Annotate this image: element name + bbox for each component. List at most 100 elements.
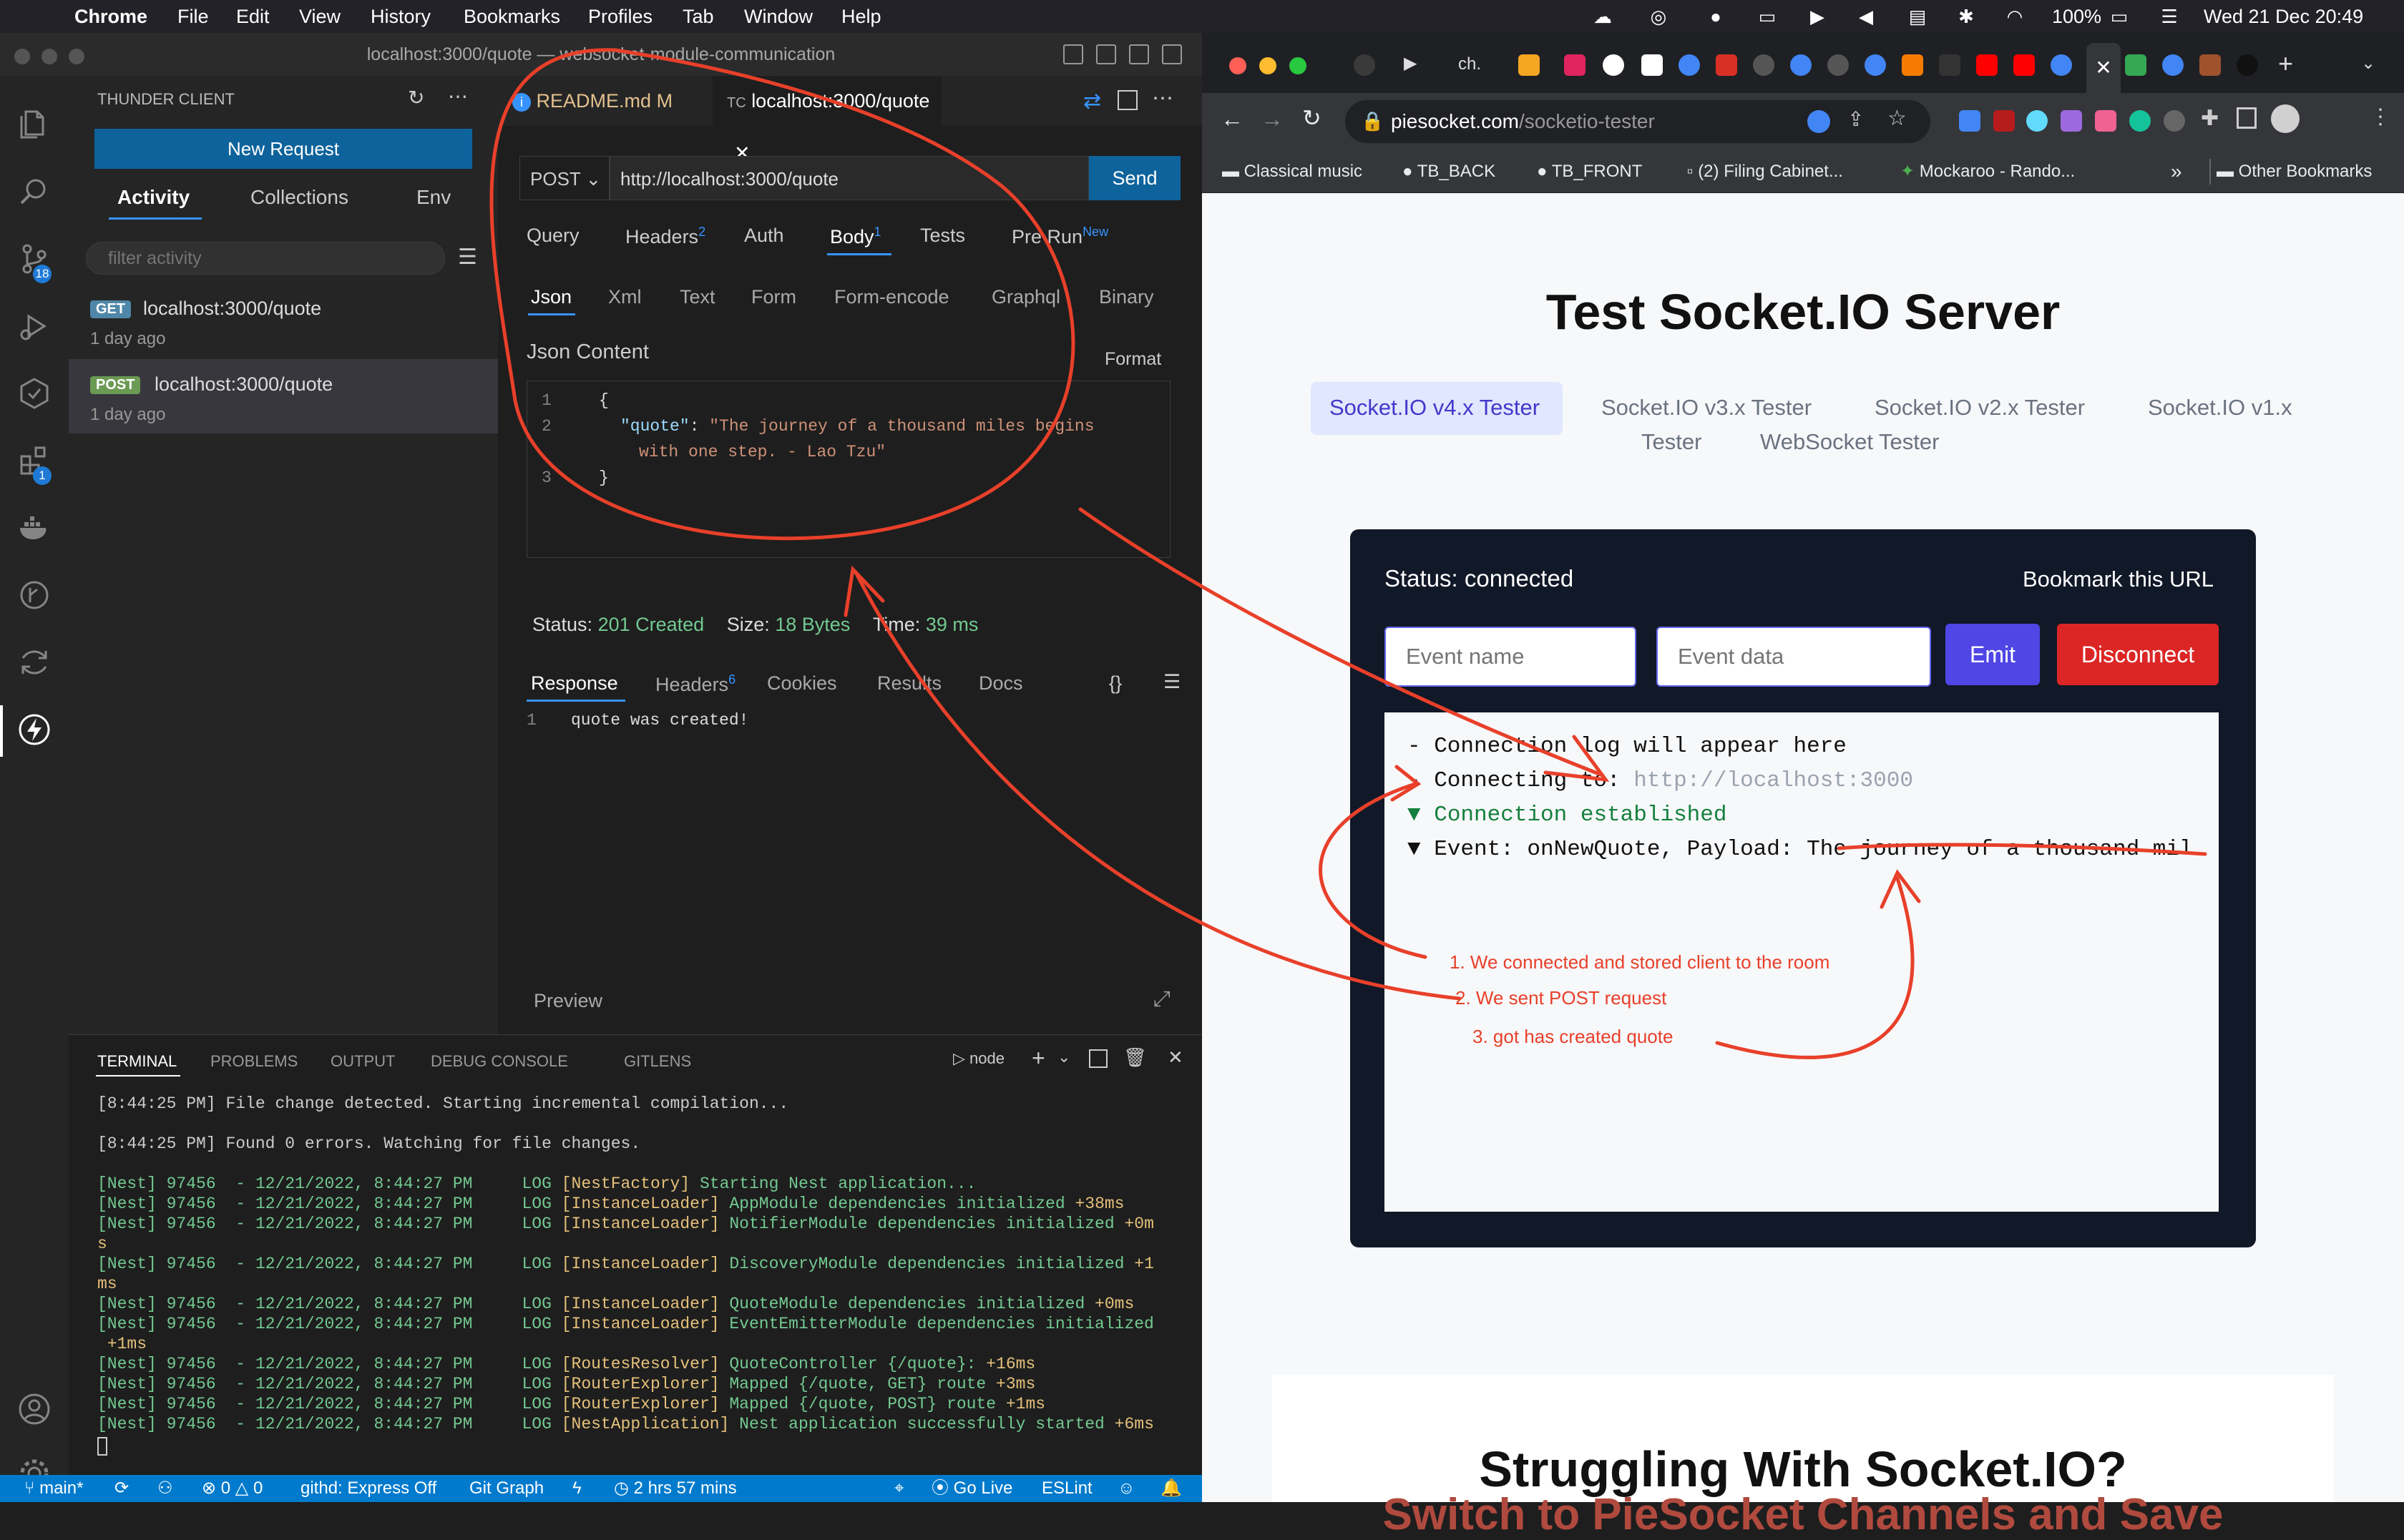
broadcast-icon[interactable]: ⌖ bbox=[894, 1475, 904, 1502]
tab-results[interactable]: Results bbox=[877, 672, 942, 695]
tab-search-icon[interactable]: ⌄ bbox=[2361, 53, 2375, 74]
tab-prerun[interactable]: Pre RunNew bbox=[1012, 225, 1108, 248]
grammarly-ext-icon[interactable] bbox=[2129, 110, 2151, 132]
tab-collections[interactable]: Collections bbox=[250, 186, 348, 209]
tab-cookies[interactable]: Cookies bbox=[767, 672, 837, 695]
tab-favicon-6[interactable] bbox=[1753, 54, 1774, 76]
wakatime-status[interactable]: ◷ 2 hrs 57 mins bbox=[614, 1475, 737, 1502]
tab-auth[interactable]: Auth bbox=[744, 225, 784, 247]
profile-avatar[interactable] bbox=[2271, 104, 2300, 133]
menubar-clock[interactable]: Wed 21 Dec 20:49 bbox=[2204, 4, 2363, 29]
close-panel-icon[interactable]: ✕ bbox=[1168, 1046, 1183, 1069]
tab-favicon-10[interactable] bbox=[2199, 54, 2221, 76]
tab-favicon-k[interactable] bbox=[1641, 54, 1663, 76]
github-icon[interactable] bbox=[1603, 54, 1624, 76]
preview-label[interactable]: Preview bbox=[534, 990, 602, 1012]
google-icon[interactable] bbox=[2162, 54, 2184, 76]
accounts-icon[interactable] bbox=[17, 1392, 52, 1426]
tab-tests[interactable]: Tests bbox=[920, 225, 965, 247]
bookmark-filing-cabinet[interactable]: ▫ (2) Filing Cabinet... bbox=[1687, 150, 1843, 193]
body-type-xml[interactable]: Xml bbox=[608, 286, 642, 308]
explorer-icon[interactable] bbox=[17, 107, 52, 142]
tab-activity[interactable]: Activity bbox=[117, 186, 190, 209]
filter-activity-input[interactable] bbox=[86, 242, 445, 275]
tab-favicon-text[interactable]: ch. bbox=[1458, 54, 1481, 74]
share-icon[interactable]: ⇪ bbox=[1847, 107, 1864, 131]
tab-readme[interactable]: i README.md M bbox=[498, 76, 713, 126]
problems-indicator[interactable]: ⊗ 0 △ 0 bbox=[202, 1475, 263, 1502]
tester-v4[interactable]: Socket.IO v4.x Tester bbox=[1329, 395, 1540, 421]
google-icon[interactable] bbox=[1865, 54, 1886, 76]
toggle-sidebar-icon[interactable] bbox=[1063, 44, 1083, 64]
send-button[interactable]: Send bbox=[1089, 156, 1181, 200]
wifi-icon[interactable]: ◠ bbox=[2000, 5, 2029, 28]
side-panel-icon[interactable] bbox=[2237, 107, 2257, 129]
search-icon[interactable] bbox=[17, 175, 52, 209]
tester-v3[interactable]: Socket.IO v3.x Tester bbox=[1601, 395, 1812, 421]
remote-explorer-icon[interactable] bbox=[17, 645, 52, 680]
history-item-get[interactable]: GET localhost:3000/quote 1 day ago bbox=[69, 288, 498, 356]
tester-v1[interactable]: Socket.IO v1.x bbox=[2148, 395, 2292, 421]
liveshare-icon[interactable]: ⚇ bbox=[157, 1475, 173, 1502]
new-request-button[interactable]: New Request bbox=[94, 129, 472, 169]
address-url[interactable]: piesocket.com/socketio-tester bbox=[1391, 110, 1655, 133]
tab-env[interactable]: Env bbox=[416, 186, 451, 209]
back-icon[interactable]: ← bbox=[1221, 106, 1243, 132]
bookmark-tb-back[interactable]: ● TB_BACK bbox=[1402, 150, 1495, 193]
panel-tab-problems[interactable]: PROBLEMS bbox=[210, 1052, 298, 1071]
window-minimize-button[interactable] bbox=[41, 49, 57, 64]
chrome-menu-icon[interactable]: ⋮ bbox=[2370, 104, 2391, 129]
more-actions-icon[interactable]: ⋯ bbox=[448, 84, 468, 108]
youtube-icon[interactable] bbox=[1976, 54, 1998, 76]
chevron-down-icon[interactable]: ⌄ bbox=[1057, 1048, 1070, 1066]
tab-favicon-m[interactable] bbox=[1939, 54, 1960, 76]
menu-app-name[interactable]: Chrome bbox=[74, 4, 147, 29]
lock-icon[interactable]: 🔒 bbox=[1361, 110, 1384, 132]
menu-file[interactable]: File bbox=[177, 4, 209, 29]
githd-status[interactable]: githd: Express Off bbox=[300, 1475, 436, 1502]
body-type-binary[interactable]: Binary bbox=[1099, 286, 1154, 308]
menu-window[interactable]: Window bbox=[744, 4, 813, 29]
body-type-form-encode[interactable]: Form-encode bbox=[834, 286, 949, 308]
battery-icon[interactable]: ▭ bbox=[2101, 5, 2138, 28]
notifications-icon[interactable]: 🔔 bbox=[1161, 1475, 1182, 1502]
bookmarks-overflow[interactable]: » bbox=[2171, 150, 2182, 193]
menu-help[interactable]: Help bbox=[841, 4, 881, 29]
reload-icon[interactable]: ↻ bbox=[1302, 104, 1321, 132]
google-icon[interactable] bbox=[2051, 54, 2072, 76]
pen-ext-icon[interactable] bbox=[2061, 110, 2082, 132]
flag-icon[interactable]: ▤ bbox=[1903, 5, 1932, 28]
active-tab-close-icon[interactable]: ✕ bbox=[2086, 43, 2121, 93]
expand-icon[interactable]: ⤢ bbox=[1153, 987, 1171, 1011]
google-icon[interactable] bbox=[1790, 54, 1812, 76]
tab-favicon-5[interactable] bbox=[1716, 54, 1737, 76]
window-close-button[interactable] bbox=[14, 49, 30, 64]
tab-headers[interactable]: Headers2 bbox=[625, 225, 705, 248]
tab-favicon-7[interactable] bbox=[1827, 54, 1849, 76]
tab-favicon-11[interactable] bbox=[2237, 54, 2258, 76]
tab-favicon-3[interactable] bbox=[1518, 54, 1540, 76]
body-type-text[interactable]: Text bbox=[680, 286, 715, 308]
bookmark-mockaroo[interactable]: ✦ Mockaroo - Rando... bbox=[1900, 150, 2075, 193]
format-button[interactable]: Format bbox=[1105, 349, 1161, 370]
branch-indicator[interactable]: ⑂ main* bbox=[24, 1475, 83, 1502]
go-live-status[interactable]: ⦿ Go Live bbox=[932, 1475, 1012, 1502]
sync-icon[interactable]: ⇄ bbox=[1083, 89, 1101, 114]
window-zoom-button[interactable] bbox=[1289, 57, 1306, 74]
tester-v1-cont[interactable]: Tester bbox=[1641, 429, 1701, 455]
bookmark-tb-front[interactable]: ● TB_FRONT bbox=[1537, 150, 1642, 193]
volume-icon[interactable]: ◀ bbox=[1852, 5, 1880, 28]
toggle-secondary-sidebar-icon[interactable] bbox=[1129, 44, 1149, 64]
messenger-icon[interactable]: ● bbox=[1701, 5, 1730, 28]
google-icon[interactable] bbox=[1679, 54, 1700, 76]
forward-icon[interactable]: → bbox=[1261, 106, 1284, 132]
panel-tab-debug-console[interactable]: DEBUG CONSOLE bbox=[431, 1052, 568, 1071]
braces-button[interactable]: {} bbox=[1109, 672, 1122, 695]
extensions-puzzle-icon[interactable]: ✚ bbox=[2201, 106, 2219, 131]
new-tab-icon[interactable]: + bbox=[2278, 49, 2293, 79]
body-type-graphql[interactable]: Graphql bbox=[992, 286, 1067, 308]
eslint-status[interactable]: ESLint bbox=[1042, 1475, 1093, 1502]
tab-request[interactable]: TC localhost:3000/quote ✕ bbox=[713, 76, 942, 164]
new-terminal-icon[interactable]: + bbox=[1032, 1045, 1045, 1071]
json-editor[interactable]: 1 { 2 "quote": "The journey of a thousan… bbox=[527, 381, 1171, 558]
